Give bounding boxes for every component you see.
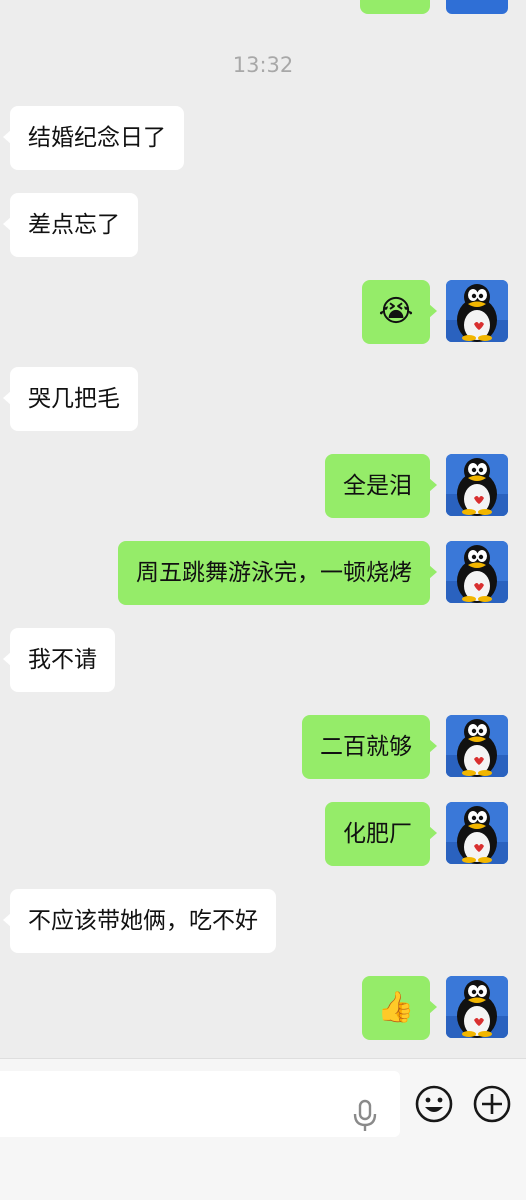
message-input[interactable] <box>0 1071 400 1137</box>
plus-icon[interactable] <box>472 1084 512 1124</box>
message-bubble-self[interactable]: 化肥厂 <box>325 802 437 866</box>
message-row: 差点忘了 <box>0 193 526 257</box>
message-row: 哭几把毛 <box>0 367 526 431</box>
emoji-smile-icon[interactable] <box>414 1084 454 1124</box>
message-row: 周五跳舞游泳完，一顿烧烤 <box>0 541 526 605</box>
message-row: 👍 <box>0 976 526 1040</box>
message-bubble-self[interactable]: 二百就够 <box>302 715 437 779</box>
penguin-avatar[interactable] <box>446 802 508 864</box>
message-bubble-self[interactable]: 周五跳舞游泳完，一顿烧烤 <box>118 541 437 605</box>
message-bubble-self[interactable]: 😭 <box>362 280 437 344</box>
penguin-avatar[interactable] <box>446 454 508 516</box>
message-bubble-self[interactable]: 👍 <box>362 976 437 1040</box>
penguin-avatar[interactable] <box>446 976 508 1038</box>
message-bubble-other[interactable]: 差点忘了 <box>3 193 138 257</box>
message-row: 化肥厂 <box>0 802 526 866</box>
input-bar <box>0 1058 526 1200</box>
previous-message-bubble-partial <box>360 0 430 14</box>
message-bubble-other[interactable]: 不应该带她俩，吃不好 <box>3 889 276 953</box>
message-bubble-self[interactable]: 全是泪 <box>325 454 437 518</box>
chat-area[interactable]: 13:32 结婚纪念日了 差点忘了 😭 哭几把毛 全是泪 周五跳舞游泳完，一顿烧… <box>0 0 526 1058</box>
message-row: 全是泪 <box>0 454 526 518</box>
penguin-avatar[interactable] <box>446 280 508 342</box>
message-row: 二百就够 <box>0 715 526 779</box>
penguin-avatar[interactable] <box>446 541 508 603</box>
microphone-icon[interactable] <box>350 1098 380 1134</box>
message-bubble-other[interactable]: 结婚纪念日了 <box>3 106 184 170</box>
message-row: 😭 <box>0 280 526 344</box>
previous-avatar-partial <box>446 0 508 14</box>
penguin-avatar[interactable] <box>446 715 508 777</box>
message-row: 结婚纪念日了 <box>0 106 526 170</box>
message-bubble-other[interactable]: 我不请 <box>3 628 115 692</box>
message-bubble-other[interactable]: 哭几把毛 <box>3 367 138 431</box>
timestamp: 13:32 <box>232 53 294 77</box>
message-row: 不应该带她俩，吃不好 <box>0 889 526 953</box>
message-row: 我不请 <box>0 628 526 692</box>
